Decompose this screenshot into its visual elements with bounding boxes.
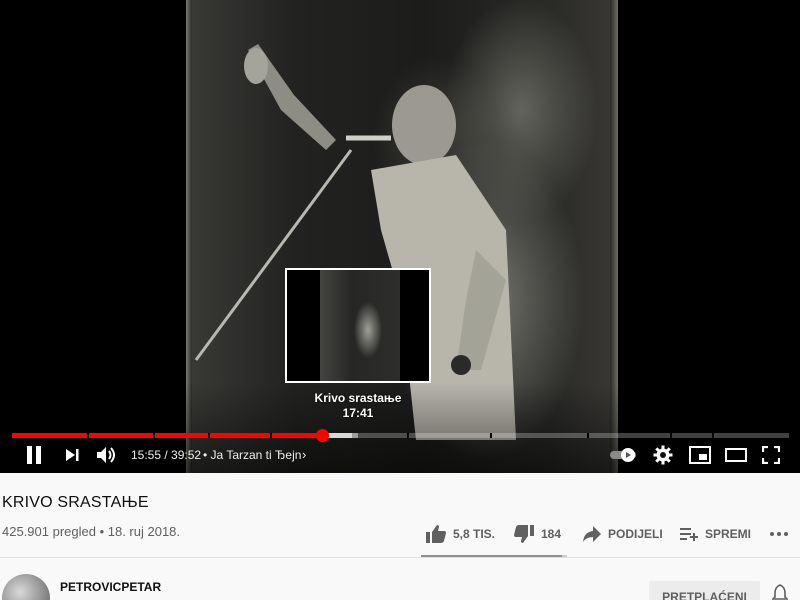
channel-avatar[interactable] [2, 574, 50, 600]
save-to-playlist-button[interactable]: SPREMI [679, 522, 751, 546]
share-icon [583, 526, 601, 542]
youtube-watch-page: Krivo srastaњe 17:41 15:55 / 39:52 • Ja … [0, 0, 800, 600]
mute-button[interactable] [93, 441, 121, 469]
chapter-separator [87, 433, 89, 438]
share-label: PODIJELI [608, 527, 663, 541]
chapter-separator [490, 433, 492, 438]
seek-preview-time: 17:41 [342, 406, 374, 420]
autoplay-toggle-icon [610, 448, 636, 462]
theater-mode-button[interactable] [722, 441, 750, 469]
more-horizontal-icon [770, 532, 788, 536]
pause-icon [27, 446, 41, 464]
chapter-separator [153, 433, 155, 438]
chapter-separator [270, 433, 272, 438]
dislike-button[interactable]: 184 [513, 522, 561, 546]
skip-next-icon [66, 449, 79, 461]
save-label: SPREMI [705, 527, 752, 541]
progress-scrubber-handle[interactable] [316, 429, 330, 442]
seek-preview-thumbnail [285, 268, 431, 383]
miniplayer-button[interactable] [686, 441, 714, 469]
subscribed-button[interactable]: PRETPLAĆENI [649, 581, 760, 600]
like-count: 5,8 TIS. [453, 527, 496, 541]
thumbs-down-icon [514, 525, 534, 543]
thumbs-up-icon [426, 525, 446, 543]
section-divider [0, 557, 800, 558]
preview-image [320, 270, 400, 381]
gear-icon [653, 445, 673, 465]
next-video-button[interactable] [58, 441, 86, 469]
fullscreen-icon [762, 446, 780, 464]
share-button[interactable]: PODIJELI [582, 522, 663, 546]
video-title: KRIVO SRASTAЊЕ [2, 494, 149, 511]
progress-played [12, 433, 323, 438]
fullscreen-button[interactable] [757, 441, 785, 469]
pause-button[interactable] [20, 441, 48, 469]
seek-preview-chapter: Krivo srastaњe [314, 391, 402, 405]
progress-bar[interactable] [12, 429, 789, 442]
chevron-right-icon[interactable]: › [302, 447, 306, 462]
autoplay-toggle[interactable] [607, 441, 641, 469]
theater-mode-icon [725, 448, 747, 462]
playlist-add-icon [680, 528, 698, 541]
more-actions-button[interactable] [770, 522, 794, 546]
time-display: 15:55 / 39:52 [131, 448, 202, 462]
volume-high-icon [97, 447, 115, 463]
channel-name[interactable]: PETROVICPETAR [60, 580, 161, 594]
chapter-separator [712, 433, 714, 438]
chapter-separator [407, 433, 409, 438]
video-view-count-and-date: 425.901 pregled • 18. ruj 2018. [2, 524, 181, 539]
settings-button[interactable] [649, 441, 677, 469]
dislike-count: 184 [541, 527, 562, 541]
chapter-title[interactable]: • Ja Tarzan ti Ђejn [203, 448, 301, 462]
notification-bell-button[interactable] [771, 584, 792, 600]
miniplayer-icon [689, 446, 711, 464]
chapter-separator [670, 433, 672, 438]
bell-icon [771, 584, 789, 600]
chapter-separator [587, 433, 589, 438]
chapter-separator [208, 433, 210, 438]
like-button[interactable]: 5,8 TIS. [425, 522, 495, 546]
video-player[interactable]: Krivo srastaњe 17:41 15:55 / 39:52 • Ja … [0, 0, 800, 473]
